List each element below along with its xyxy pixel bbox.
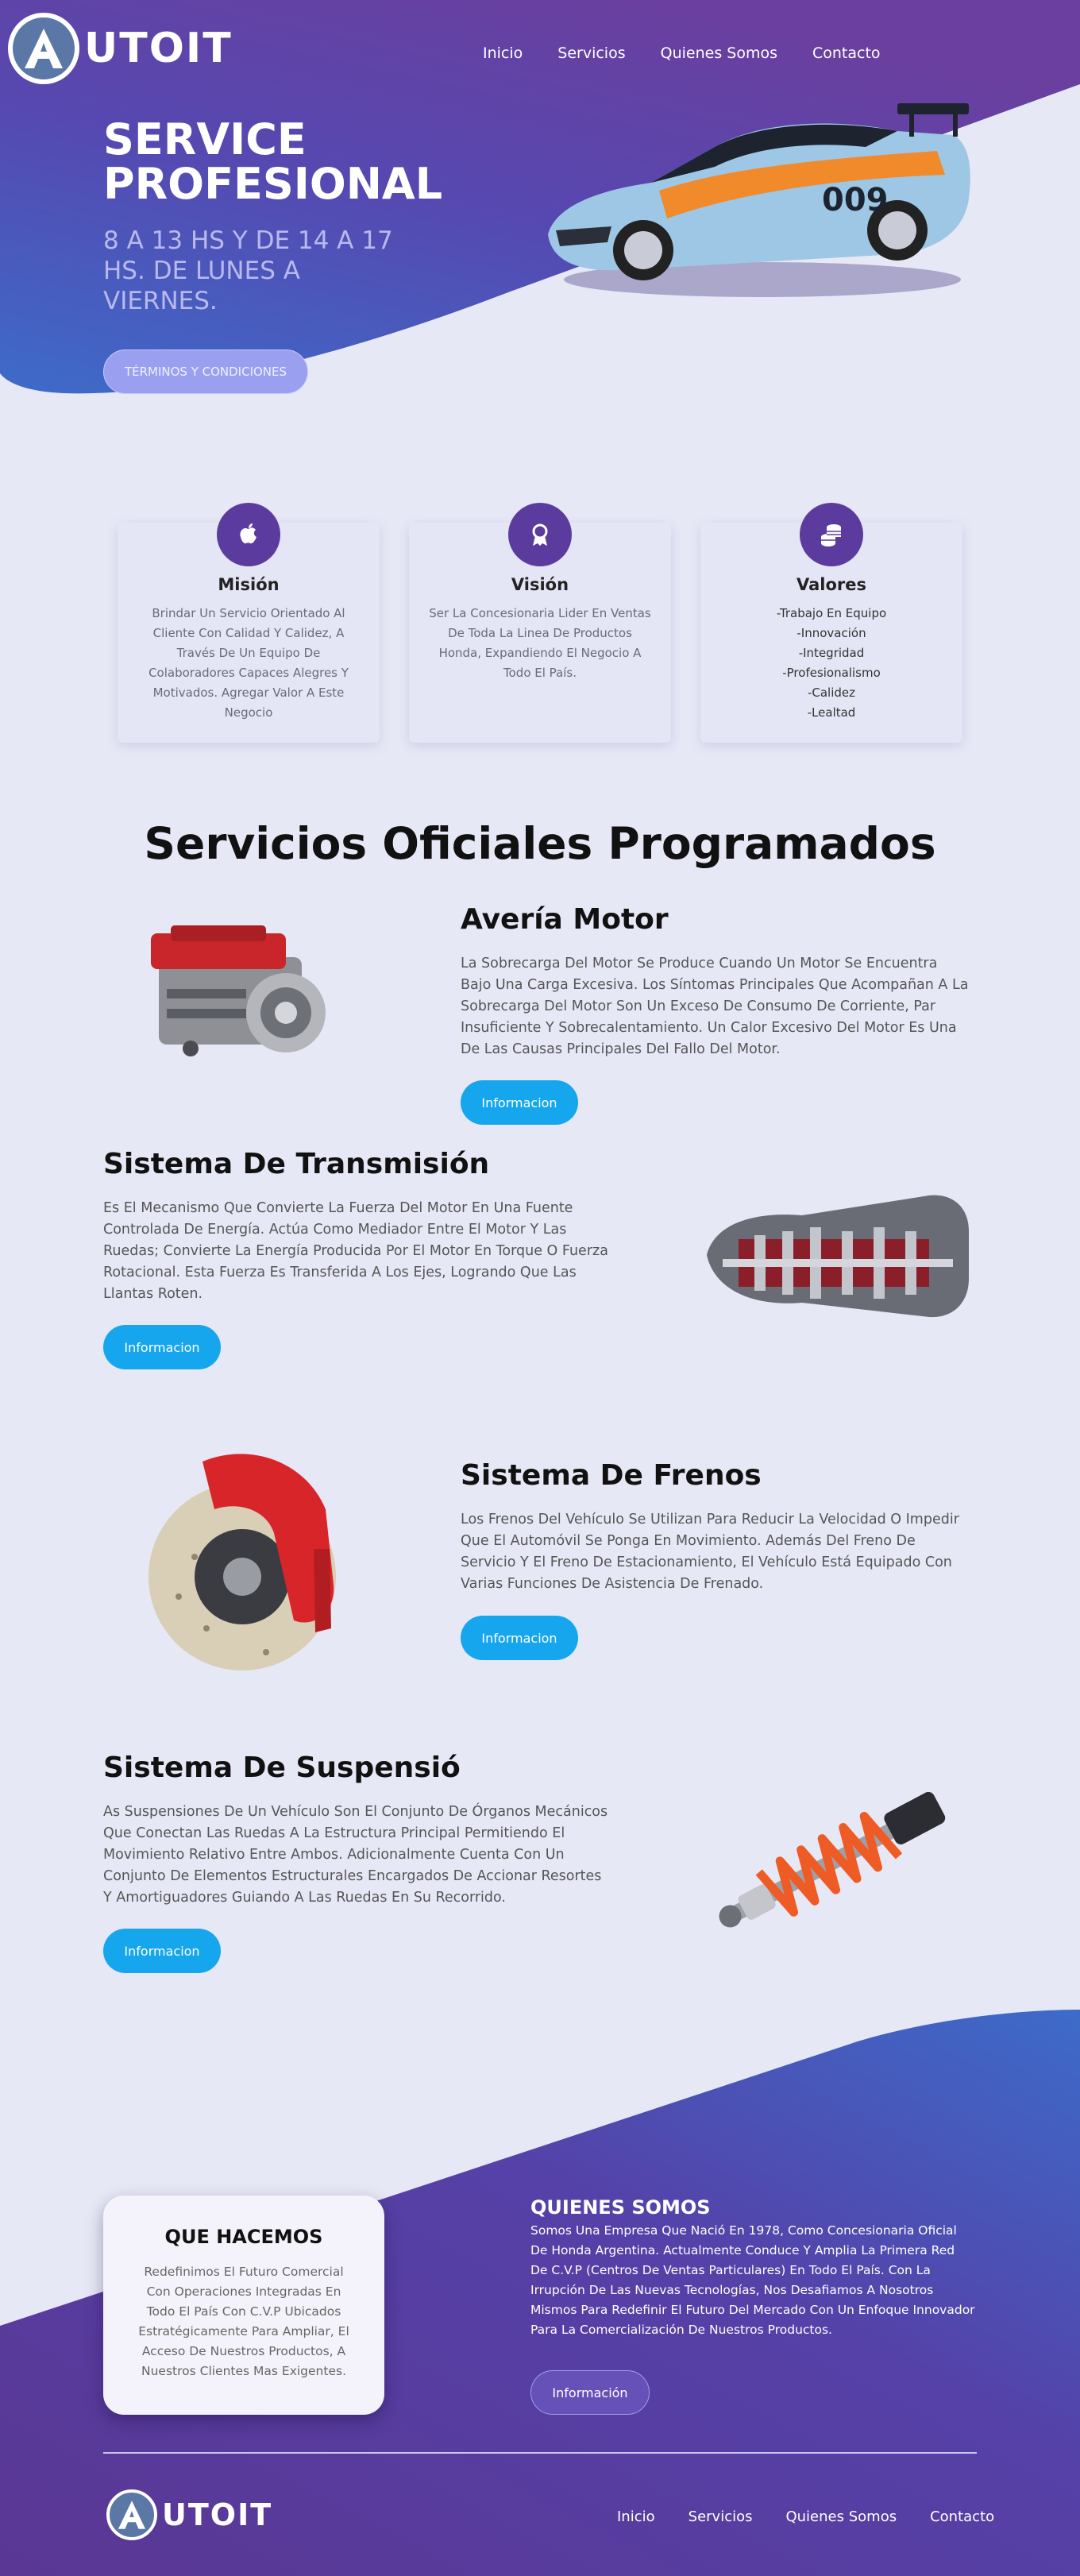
nav-quienes-somos[interactable]: Quienes Somos xyxy=(661,44,777,62)
shock-absorber-image xyxy=(719,1791,946,1928)
service-transmision-title: Sistema De Transmisión xyxy=(103,1148,490,1180)
que-hacemos-title: QUE HACEMOS xyxy=(164,2226,323,2248)
service-suspension-title: Sistema De Suspensió xyxy=(103,1751,461,1784)
engine-image xyxy=(151,925,326,1056)
valores-item: -Profesionalismo xyxy=(782,666,881,680)
logo-badge-icon xyxy=(8,13,79,84)
valores-item: -Integridad xyxy=(798,646,865,660)
logo-text: UTOIT xyxy=(162,2497,273,2532)
service-frenos-info-button[interactable]: Informacion xyxy=(461,1616,578,1660)
race-car-image: 009 xyxy=(548,103,970,297)
coins-icon xyxy=(800,503,863,566)
valores-card: Valores -Trabajo En Equipo -Innovación -… xyxy=(700,503,962,743)
valores-item: -Trabajo En Equipo xyxy=(776,606,887,620)
service-frenos-text: Los Frenos Del Vehículo Se Utilizan Para… xyxy=(461,1512,959,1592)
valores-title: Valores xyxy=(796,575,866,594)
apple-icon xyxy=(217,503,280,566)
vision-card: Visión Ser La Concesionaria Lider En Ven… xyxy=(409,503,671,743)
svg-text:009: 009 xyxy=(822,182,889,218)
valores-item: -Innovación xyxy=(796,626,866,640)
logo-text: UTOIT xyxy=(84,25,233,72)
quienes-somos-text: Somos Una Empresa Que Nació En 1978, Com… xyxy=(530,2223,975,2337)
logo-badge-icon xyxy=(106,2489,157,2540)
valores-list: -Trabajo En Equipo -Innovación -Integrid… xyxy=(700,604,962,723)
hero-subtitle: 8 A 13 HS Y DE 14 A 17 HS. DE LUNES A VI… xyxy=(103,226,393,315)
valores-item: -Calidez xyxy=(807,686,856,700)
mision-card: Misión Brindar Un Servicio Orientado Al … xyxy=(118,503,380,743)
nav-servicios[interactable]: Servicios xyxy=(557,44,625,62)
service-frenos-title: Sistema De Frenos xyxy=(461,1459,762,1492)
footer-nav-servicios[interactable]: Servicios xyxy=(688,2508,753,2525)
service-suspension-info-button[interactable]: Informacion xyxy=(103,1929,221,1973)
logo[interactable]: UTOIT xyxy=(8,13,233,84)
que-hacemos-text: Redefinimos El Futuro Comercial Con Oper… xyxy=(138,2265,349,2378)
vision-text: Ser La Concesionaria Lider En Ventas De … xyxy=(429,606,651,680)
vision-title: Visión xyxy=(511,575,569,594)
footer-divider xyxy=(103,2452,977,2454)
valores-item: -Lealtad xyxy=(807,705,856,720)
quienes-somos-info-button[interactable]: Información xyxy=(530,2370,650,2415)
services-heading: Servicios Oficiales Programados xyxy=(144,818,936,869)
quienes-somos-title: QUIENES SOMOS xyxy=(530,2196,711,2219)
mision-title: Misión xyxy=(218,575,280,594)
nav-inicio[interactable]: Inicio xyxy=(483,44,523,62)
award-icon xyxy=(508,503,572,566)
footer-logo[interactable]: UTOIT xyxy=(106,2489,272,2540)
main-nav: Inicio Servicios Quienes Somos Contacto xyxy=(483,44,881,62)
mision-text: Brindar Un Servicio Orientado Al Cliente… xyxy=(148,606,349,720)
footer-nav-quienes-somos[interactable]: Quienes Somos xyxy=(785,2508,897,2525)
footer-nav: Inicio Servicios Quienes Somos Contacto xyxy=(617,2508,994,2525)
que-hacemos-card: QUE HACEMOS Redefinimos El Futuro Comerc… xyxy=(103,2196,384,2415)
nav-contacto[interactable]: Contacto xyxy=(812,44,881,62)
brake-image xyxy=(148,1454,336,1670)
service-motor-text: La Sobrecarga Del Motor Se Produce Cuand… xyxy=(461,956,969,1057)
footer-nav-contacto[interactable]: Contacto xyxy=(930,2508,994,2525)
hero-title: SERVICE PROFESIONAL xyxy=(103,114,443,209)
transmission-image xyxy=(707,1195,969,1318)
service-transmision-info-button[interactable]: Informacion xyxy=(103,1325,221,1369)
service-suspension-text: As Suspensiones De Un Vehículo Son El Co… xyxy=(103,1804,608,1906)
service-transmision-text: Es El Mecanismo Que Convierte La Fuerza … xyxy=(103,1200,608,1302)
terms-button[interactable]: TÉRMINOS Y CONDICIONES xyxy=(103,350,308,394)
footer-nav-inicio[interactable]: Inicio xyxy=(617,2508,655,2525)
service-motor-title: Avería Motor xyxy=(461,903,669,936)
service-motor-info-button[interactable]: Informacion xyxy=(461,1080,578,1125)
